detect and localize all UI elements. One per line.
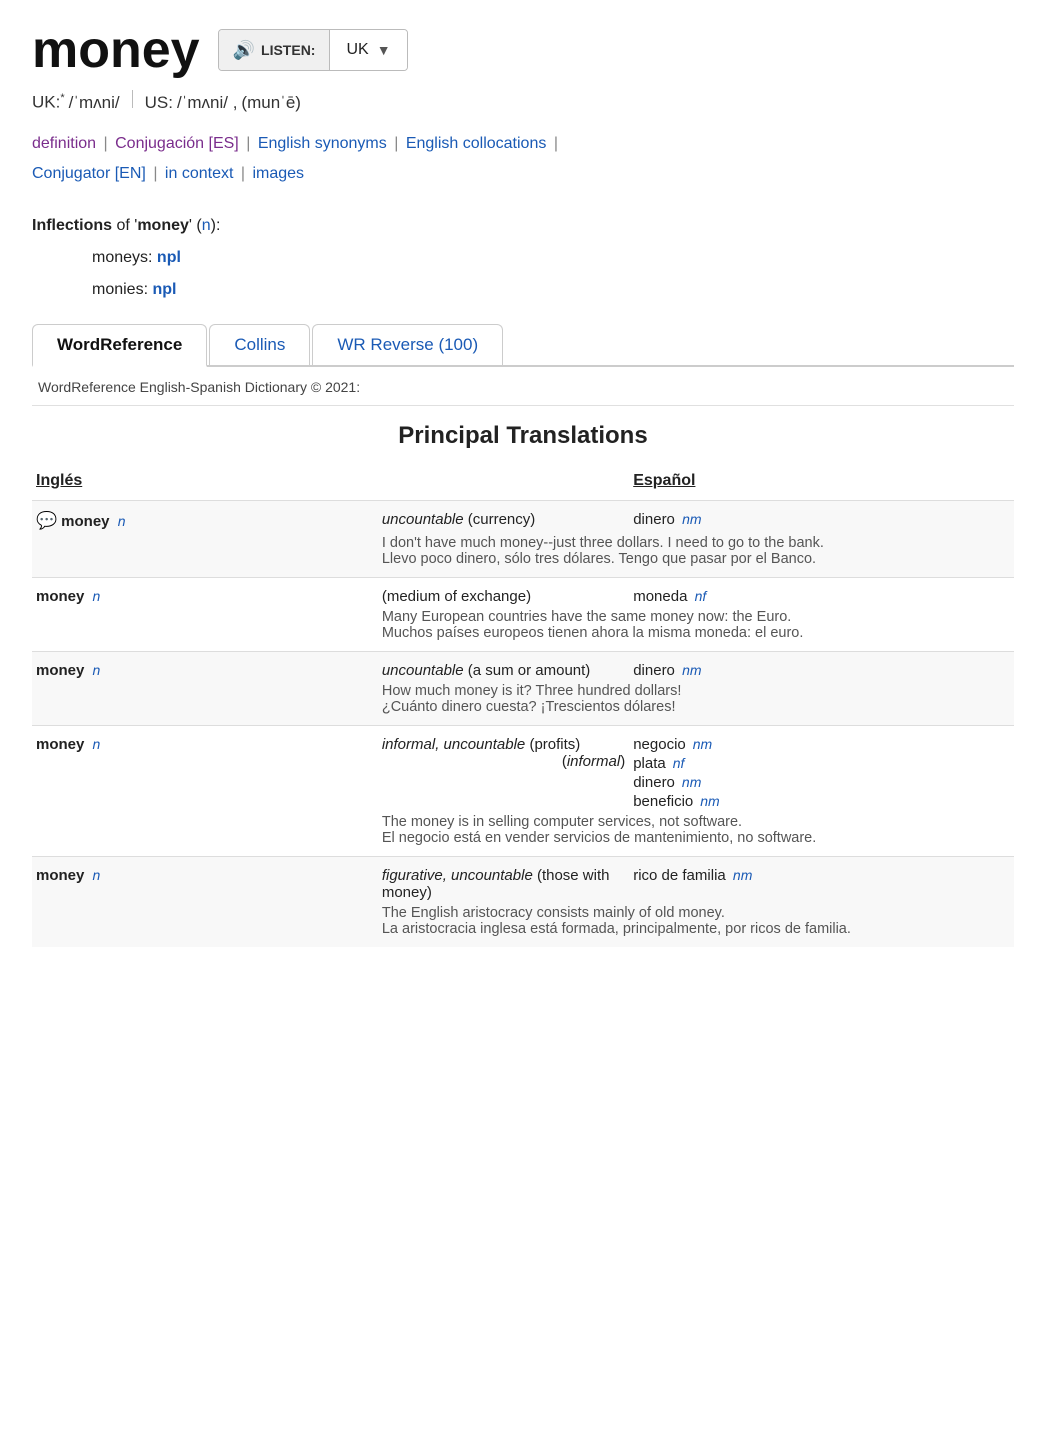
copyright: WordReference English-Spanish Dictionary… [32,367,1014,406]
inflection-row-moneys: moneys: npl [32,242,1014,274]
inflections: Inflections of 'money' (n): moneys: npl … [32,210,1014,306]
entry-word: money [61,513,109,530]
example-row: How much money is it? Three hundred doll… [32,681,1014,726]
us-ipa: /ˈmʌni/ , [177,93,237,113]
pronunciation: UK:* /ˈmʌni/ US: /ˈmʌni/ , (munˈē) [32,90,1014,113]
trans-gender: nm [682,511,701,527]
npl-link-moneys[interactable]: npl [157,249,181,266]
trans-word: dinero [633,662,675,679]
entry-translation-cell: dinero nm [629,500,1014,533]
chat-icon: 💬 [36,511,57,530]
example-text: The money is in selling computer service… [378,812,1014,857]
tab-wordreference[interactable]: WordReference [32,324,207,367]
entry-pos[interactable]: n [93,867,101,883]
example-text: I don't have much money--just three doll… [378,533,1014,578]
table-row: 💬money nuncountable (currency)dinero nm [32,500,1014,533]
entry-word-cell: money n [32,577,378,607]
entry-def-cell: figurative, uncountable (those with mone… [378,856,629,903]
example-row: The money is in selling computer service… [32,812,1014,857]
trans-gender: nm [700,793,719,809]
listen-button[interactable]: 🔊 LISTEN: [219,30,331,70]
entry-word: money [36,736,84,753]
entry-word-cell: money n [32,651,378,681]
entry-word-cell: money n [32,856,378,903]
trans-gender: nm [693,736,712,752]
entry-def-cell: uncountable (a sum or amount) [378,651,629,681]
nav-images[interactable]: images [252,165,304,182]
inflection-row-monies: monies: npl [32,274,1014,306]
nav-conjugator[interactable]: Conjugator [EN] [32,165,146,182]
dropdown-arrow-icon: ▼ [377,42,391,58]
table-row: money ninformal, uncountable (profits)(i… [32,725,1014,812]
speaker-icon: 🔊 [233,40,255,61]
entry-word-cell: money n [32,725,378,812]
trans-word: beneficio [633,793,693,810]
example-text: Many European countries have the same mo… [378,607,1014,652]
pron-separator [132,90,133,108]
example-text: The English aristocracy consists mainly … [378,903,1014,947]
table-row: money nfigurative, uncountable (those wi… [32,856,1014,903]
entry-def-cell: informal, uncountable (profits)(informal… [378,725,629,812]
trans-gender: nf [695,588,707,604]
tab-collins[interactable]: Collins [209,324,310,365]
nav-links: definition | Conjugación [ES] | English … [32,129,1014,190]
language-select[interactable]: UK ▼ [330,30,406,70]
us-label: US: [145,93,173,113]
tab-wr-reverse[interactable]: WR Reverse (100) [312,324,503,365]
example-row: I don't have much money--just three doll… [32,533,1014,578]
trans-gender: nm [682,774,701,790]
trans-word: plata [633,755,666,772]
section-title: Principal Translations [32,422,1014,450]
trans-gender: nm [682,662,701,678]
pos-link[interactable]: n [202,217,211,234]
entry-pos[interactable]: n [118,513,126,529]
nav-definition[interactable]: definition [32,135,96,152]
table-row: money nuncountable (a sum or amount)dine… [32,651,1014,681]
example-row: Many European countries have the same mo… [32,607,1014,652]
nav-english-collocations[interactable]: English collocations [406,135,547,152]
col-header-ingles: Inglés [32,466,378,501]
listen-widget: 🔊 LISTEN: UK ▼ [218,29,408,71]
table-row: money n(medium of exchange)moneda nf [32,577,1014,607]
entry-translation-cell: moneda nf [629,577,1014,607]
nav-in-context[interactable]: in context [165,165,233,182]
entry-word: money [36,662,84,679]
us-ipa2: (munˈē) [241,93,301,113]
uk-ipa: /ˈmʌni/ [69,93,120,113]
trans-word: dinero [633,511,675,528]
npl-link-monies[interactable]: npl [152,281,176,298]
trans-word: negocio [633,736,686,753]
word-title: money [32,24,200,76]
trans-gender: nm [733,867,752,883]
trans-word: rico de familia [633,867,726,884]
inflections-word: money [137,217,189,234]
example-text: How much money is it? Three hundred doll… [378,681,1014,726]
tabs: WordReference Collins WR Reverse (100) [32,324,1014,367]
nav-english-synonyms[interactable]: English synonyms [258,135,387,152]
col-header-espanol: Español [629,466,1014,501]
trans-gender: nf [673,755,685,771]
entry-word: money [36,867,84,884]
listen-label: LISTEN: [261,42,315,58]
entry-translation-cell: rico de familia nm [629,856,1014,903]
language-value: UK [346,41,368,59]
nav-conjugacion[interactable]: Conjugación [ES] [115,135,239,152]
entry-pos[interactable]: n [93,662,101,678]
translations-table: Inglés Español 💬money nuncountable (curr… [32,466,1014,947]
entry-translation-cell: negocio nmplata nfdinero nmbeneficio nm [629,725,1014,812]
trans-word: dinero [633,774,675,791]
entry-word-cell: 💬money n [32,500,378,533]
inflections-label: Inflections [32,217,112,234]
entry-translation-cell: dinero nm [629,651,1014,681]
col-header-desc [378,466,629,501]
trans-word: moneda [633,588,687,605]
entry-pos[interactable]: n [93,588,101,604]
example-row: The English aristocracy consists mainly … [32,903,1014,947]
entry-word: money [36,588,84,605]
entry-def-cell: (medium of exchange) [378,577,629,607]
entry-def-cell: uncountable (currency) [378,500,629,533]
entry-pos[interactable]: n [93,736,101,752]
uk-label: UK:* [32,92,65,113]
